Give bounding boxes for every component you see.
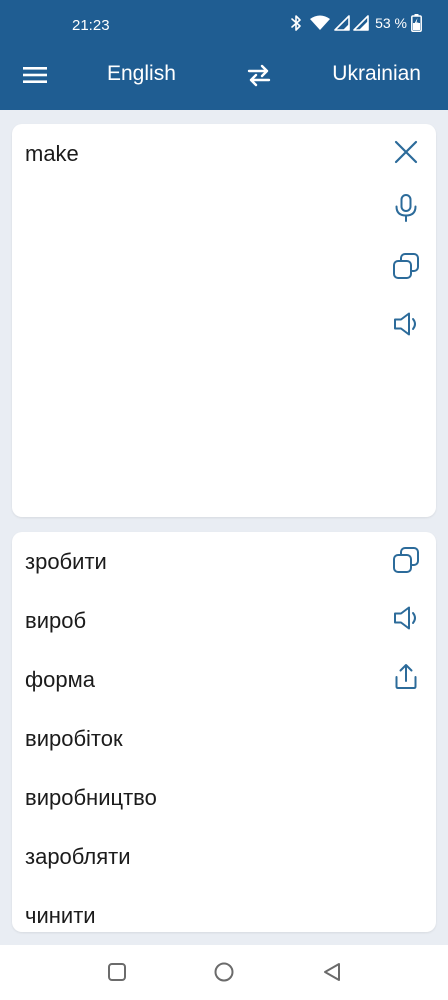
- target-language-button[interactable]: Ukrainian: [332, 62, 421, 86]
- recent-apps-icon: [108, 963, 126, 981]
- speak-result-button[interactable]: [390, 602, 422, 634]
- copy-icon: [393, 547, 419, 573]
- home-button[interactable]: [211, 959, 237, 985]
- share-icon: [395, 664, 417, 689]
- wifi-icon: [310, 15, 331, 31]
- signal-icon-2: [353, 15, 369, 31]
- back-icon: [324, 963, 340, 981]
- bluetooth-icon: [290, 14, 302, 32]
- hamburger-menu-icon: [23, 67, 47, 83]
- copy-result-button[interactable]: [390, 544, 422, 576]
- battery-percent: 53 %: [375, 15, 407, 31]
- translation-item[interactable]: заробляти: [25, 844, 131, 870]
- signal-icon: [334, 15, 350, 31]
- translation-item[interactable]: чинити: [25, 903, 96, 929]
- copy-icon: [393, 253, 419, 279]
- recent-apps-button[interactable]: [104, 959, 130, 985]
- clear-button[interactable]: [390, 136, 422, 168]
- copy-input-button[interactable]: [390, 250, 422, 282]
- microphone-button[interactable]: [390, 192, 422, 224]
- battery-charging-icon: [411, 14, 422, 32]
- speaker-icon: [394, 312, 416, 336]
- app-bar: English Ukrainian: [0, 40, 448, 110]
- back-button[interactable]: [319, 959, 345, 985]
- status-time: 21:23: [72, 17, 110, 34]
- status-icons: 53 %: [290, 12, 422, 34]
- microphone-icon: [395, 194, 417, 222]
- home-icon: [214, 962, 234, 982]
- translation-item[interactable]: зробити: [25, 549, 107, 575]
- speaker-icon: [394, 606, 416, 630]
- swap-arrows-icon: [247, 64, 271, 87]
- source-text-input[interactable]: make: [25, 141, 365, 167]
- source-language-button[interactable]: English: [107, 62, 176, 86]
- swap-languages-button[interactable]: [244, 61, 274, 89]
- navigation-bar: [0, 945, 448, 1000]
- input-card: make: [12, 124, 436, 517]
- translation-item[interactable]: форма: [25, 667, 95, 693]
- status-bar: 21:23 53 %: [0, 0, 448, 40]
- close-icon: [394, 140, 418, 164]
- translation-item[interactable]: вироб: [25, 608, 86, 634]
- translation-item[interactable]: виробіток: [25, 726, 123, 752]
- share-result-button[interactable]: [390, 660, 422, 692]
- result-card: зробити вироб форма виробіток виробництв…: [12, 532, 436, 932]
- speak-input-button[interactable]: [390, 308, 422, 340]
- menu-button[interactable]: [21, 63, 49, 87]
- translation-item[interactable]: виробництво: [25, 785, 157, 811]
